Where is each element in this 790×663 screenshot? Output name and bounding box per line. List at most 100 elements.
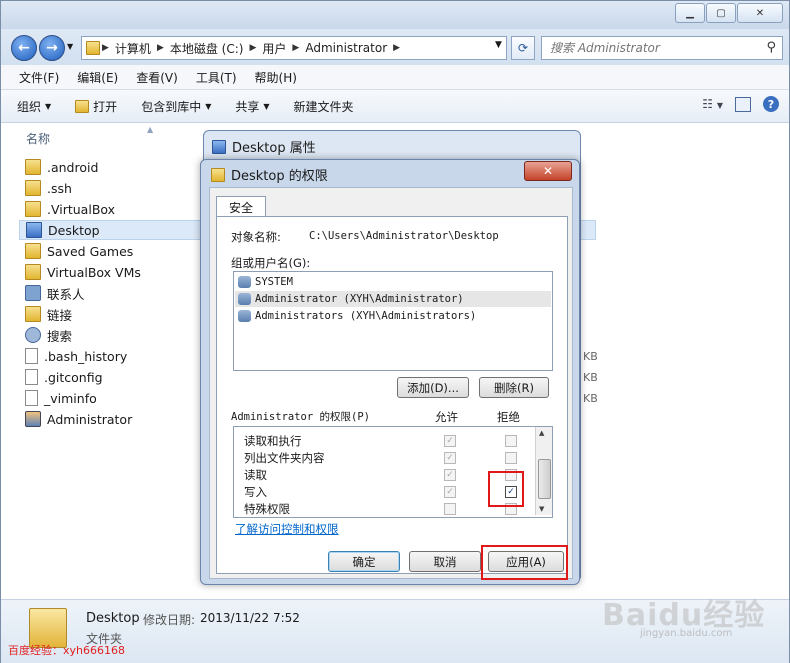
breadcrumb-computer[interactable]: 计算机 — [111, 40, 155, 57]
folder-icon — [25, 159, 41, 175]
list-item[interactable]: 联系人 — [25, 283, 85, 303]
folder-icon — [25, 243, 41, 259]
scroll-thumb[interactable] — [538, 459, 551, 499]
include-in-library-button[interactable]: 包含到库中 ▼ — [129, 98, 223, 115]
allow-checkbox: ✓ — [444, 469, 456, 481]
allow-checkbox: ✓ — [444, 452, 456, 464]
list-item[interactable]: .bash_history — [25, 346, 127, 366]
user-icon — [238, 293, 251, 305]
back-button[interactable]: ← — [11, 35, 37, 61]
arrow-right-icon: → — [46, 40, 58, 56]
remove-button[interactable]: 删除(R) — [479, 377, 549, 398]
cancel-button[interactable]: 取消 — [409, 551, 481, 572]
allow-checkbox: ✓ — [444, 486, 456, 498]
forward-button[interactable]: → — [39, 35, 65, 61]
dropdown-arrow-icon: ▼ — [205, 101, 212, 111]
size-unit: KB — [583, 371, 598, 384]
search-input[interactable] — [548, 40, 752, 56]
dropdown-arrow-icon: ▼ — [263, 101, 270, 111]
history-dropdown-icon[interactable]: ▼ — [67, 42, 73, 51]
chevron-right-icon: ▶ — [102, 43, 109, 53]
folder-icon — [25, 306, 41, 322]
learn-access-control-link[interactable]: 了解访问控制和权限 — [235, 521, 339, 537]
security-panel: 对象名称: C:\Users\Administrator\Desktop 组或用… — [216, 216, 568, 574]
list-item[interactable]: 链接 — [25, 304, 72, 324]
preview-pane-icon[interactable] — [735, 96, 751, 112]
tab-security[interactable]: 安全 — [216, 196, 266, 217]
folder-icon — [25, 180, 41, 196]
search-folder-icon — [25, 327, 41, 343]
deny-header: 拒绝 — [497, 410, 520, 424]
chevron-right-icon[interactable]: ▶ — [155, 43, 166, 53]
list-item[interactable]: .VirtualBox — [25, 199, 115, 219]
list-item[interactable]: .gitconfig — [25, 367, 103, 387]
share-button[interactable]: 共享 ▼ — [223, 98, 281, 115]
details-name: Desktop — [86, 611, 140, 626]
menu-file[interactable]: 文件(F) — [1, 69, 68, 86]
new-folder-button[interactable]: 新建文件夹 — [282, 98, 366, 115]
minimize-button[interactable]: ▁ — [675, 3, 705, 23]
add-button[interactable]: 添加(D)... — [397, 377, 469, 398]
permissions-label: Administrator 的权限(P) — [231, 411, 370, 423]
close-button[interactable]: ✕ — [737, 3, 783, 23]
size-unit: KB — [583, 392, 598, 405]
dialog-close-button[interactable]: ✕ — [524, 161, 572, 181]
help-icon[interactable]: ? — [763, 96, 779, 112]
list-item[interactable]: Administrator — [25, 409, 132, 429]
user-icon — [25, 411, 41, 427]
chevron-right-icon[interactable]: ▶ — [247, 43, 258, 53]
baidu-watermark-url: jingyan.baidu.com — [640, 628, 733, 639]
list-item[interactable]: SYSTEM — [238, 274, 293, 290]
menu-view[interactable]: 查看(V) — [127, 69, 187, 86]
folder-icon — [25, 201, 41, 217]
folder-icon — [86, 41, 100, 55]
view-options-icon[interactable]: ☷ ▼ — [702, 97, 723, 111]
menu-help[interactable]: 帮助(H) — [246, 69, 306, 86]
search-icon[interactable]: ⚲ — [766, 40, 776, 55]
deny-checkbox[interactable] — [505, 435, 517, 447]
chevron-right-icon[interactable]: ▶ — [290, 43, 301, 53]
permission-name: 读取和执行 — [244, 434, 302, 448]
refresh-button[interactable]: ⟳ — [511, 36, 535, 60]
details-modified-label: 修改日期: — [143, 613, 196, 627]
column-header-name[interactable]: 名称 — [26, 130, 50, 147]
list-item[interactable]: .ssh — [25, 178, 72, 198]
search-box[interactable]: ⚲ — [541, 36, 783, 60]
open-button[interactable]: 打开 — [63, 98, 129, 115]
size-unit: KB — [583, 350, 598, 363]
address-dropdown-icon[interactable]: ▼ — [495, 40, 502, 50]
breadcrumb-users[interactable]: 用户 — [258, 40, 290, 57]
details-modified-value: 2013/11/22 7:52 — [200, 611, 300, 625]
scroll-up-icon[interactable]: ▲ — [539, 429, 544, 437]
menu-tools[interactable]: 工具(T) — [187, 69, 246, 86]
properties-dialog-title: Desktop 属性 — [232, 141, 316, 156]
list-item[interactable]: .android — [25, 157, 98, 177]
organize-button[interactable]: 组织 ▼ — [1, 98, 63, 115]
permission-name: 写入 — [244, 485, 267, 499]
ok-button[interactable]: 确定 — [328, 551, 400, 572]
permissions-scrollbar[interactable]: ▲ ▼ — [535, 427, 552, 515]
maximize-button[interactable]: ▢ — [706, 3, 736, 23]
address-bar[interactable]: ▶ 计算机 ▶ 本地磁盘 (C:) ▶ 用户 ▶ Administrator ▶ — [81, 36, 507, 60]
menu-edit[interactable]: 编辑(E) — [68, 69, 127, 86]
permission-name: 特殊权限 — [244, 502, 290, 516]
author-watermark: 百度经验：xyh666168 — [8, 644, 125, 657]
list-item[interactable]: 搜索 — [25, 325, 72, 345]
chevron-right-icon[interactable]: ▶ — [391, 43, 402, 53]
scroll-down-icon[interactable]: ▼ — [539, 505, 544, 513]
breadcrumb-administrator[interactable]: Administrator — [301, 41, 391, 55]
list-item-selected[interactable]: Administrator (XYH\Administrator) — [235, 291, 551, 307]
list-item[interactable]: Administrators (XYH\Administrators) — [238, 308, 476, 324]
deny-checkbox[interactable] — [505, 452, 517, 464]
folder-icon — [211, 167, 225, 182]
desktop-folder-icon — [26, 222, 42, 238]
list-item[interactable]: Saved Games — [25, 241, 133, 261]
list-item[interactable]: _viminfo — [25, 388, 97, 408]
list-item[interactable]: VirtualBox VMs — [25, 262, 141, 282]
folder-icon — [25, 264, 41, 280]
contact-icon — [25, 285, 41, 301]
allow-checkbox — [444, 503, 456, 515]
user-list[interactable]: SYSTEM Administrator (XYH\Administrator)… — [233, 271, 553, 371]
file-icon — [25, 390, 38, 406]
breadcrumb-local-disk[interactable]: 本地磁盘 (C:) — [166, 40, 248, 57]
